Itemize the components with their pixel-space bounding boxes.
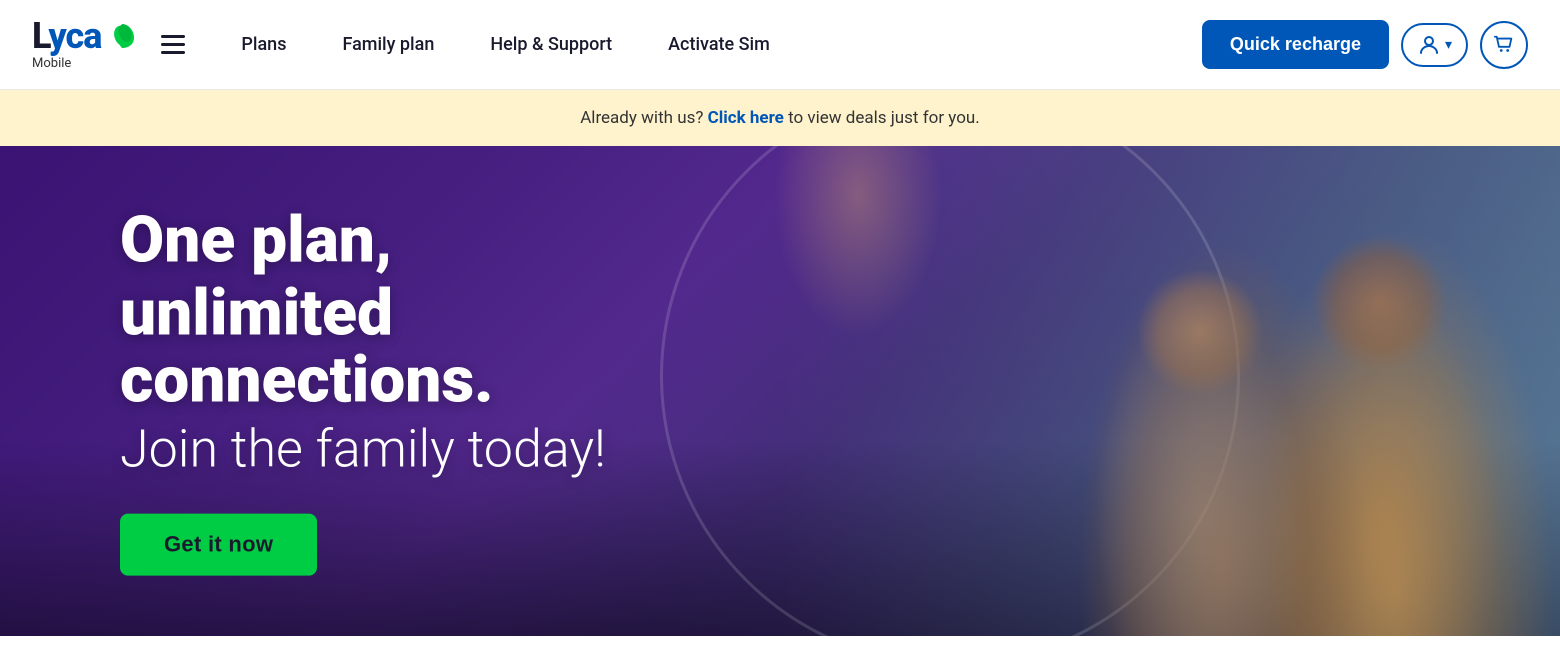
- promo-text-before: Already with us?: [580, 108, 703, 128]
- nav-item-plans[interactable]: Plans: [213, 34, 314, 55]
- nav-item-activate-sim[interactable]: Activate Sim: [640, 34, 798, 55]
- logo-subtitle: Mobile: [32, 56, 71, 71]
- promo-banner: Already with us? Click here to view deal…: [0, 90, 1560, 146]
- hero-people-image: [810, 146, 1560, 636]
- hamburger-line-3: [161, 51, 185, 54]
- hero-content: One plan, unlimited connections. Join th…: [120, 207, 770, 576]
- hero-subtitle: Join the family today!: [120, 420, 770, 477]
- hamburger-line-2: [161, 43, 185, 46]
- logo-link[interactable]: Lyca Mobile: [32, 18, 137, 71]
- account-button[interactable]: ▾: [1401, 23, 1468, 67]
- quick-recharge-button[interactable]: Quick recharge: [1202, 20, 1389, 69]
- nav-item-family-plan[interactable]: Family plan: [314, 34, 462, 55]
- promo-click-link[interactable]: Click here: [708, 108, 784, 128]
- leaf-icon: [107, 21, 137, 51]
- promo-text-after: to view deals just for you.: [788, 108, 980, 128]
- cart-icon: [1493, 34, 1515, 56]
- logo-text: Lyca: [32, 18, 101, 54]
- hero-section: One plan, unlimited connections. Join th…: [0, 146, 1560, 636]
- hamburger-menu-button[interactable]: [157, 31, 189, 58]
- header-right-actions: Quick recharge ▾: [1202, 20, 1528, 69]
- account-icon: [1417, 33, 1441, 57]
- hamburger-line-1: [161, 35, 185, 38]
- cart-button[interactable]: [1480, 21, 1528, 69]
- main-nav: Plans Family plan Help & Support Activat…: [213, 34, 1202, 55]
- nav-item-help-support[interactable]: Help & Support: [462, 34, 640, 55]
- hero-title-line1: One plan,: [120, 207, 770, 274]
- get-it-now-button[interactable]: Get it now: [120, 513, 317, 575]
- account-chevron-icon: ▾: [1445, 36, 1452, 53]
- site-header: Lyca Mobile Plans Family plan Help & Sup…: [0, 0, 1560, 90]
- hero-title-line2: unlimited connections.: [120, 280, 770, 414]
- logo-wordmark: Lyca Mobile: [32, 18, 137, 71]
